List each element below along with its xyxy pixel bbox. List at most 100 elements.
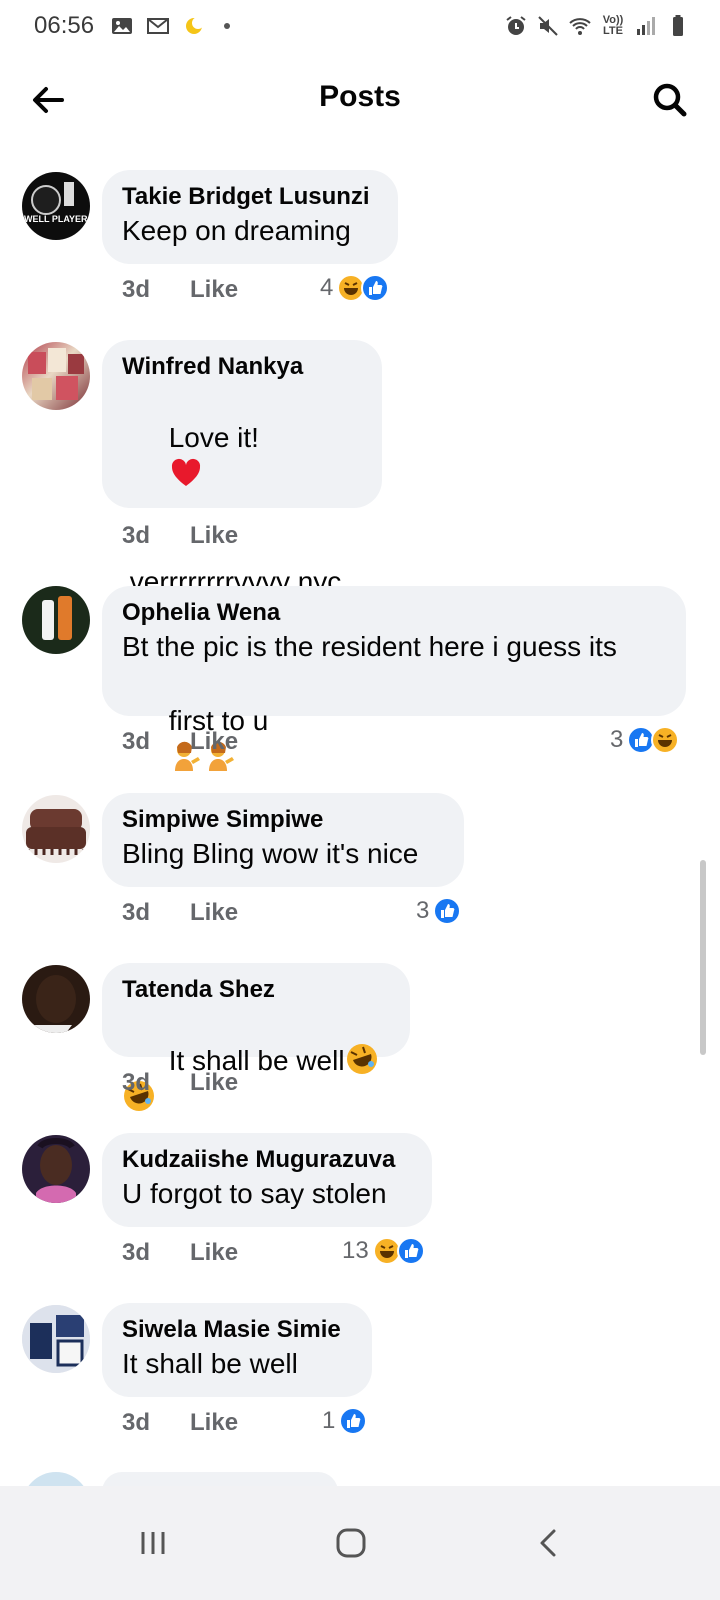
avatar[interactable] (22, 342, 90, 410)
reactions[interactable]: 4 (320, 272, 390, 304)
like-button[interactable]: Like (190, 276, 238, 304)
comment-text-line: Love it! (122, 382, 362, 530)
like-reaction-icon (396, 1237, 425, 1265)
comment-bubble[interactable]: Kudzaiishe Mugurazuva U forgot to say st… (102, 1133, 432, 1227)
comment-author[interactable]: Takie Bridget Lusunzi (122, 182, 378, 212)
comment-text: Bling Bling wow it's nice (122, 838, 419, 869)
comment-author[interactable]: Simpiwe Simpiwe (122, 805, 444, 835)
comment-text: It shall be well (122, 1348, 298, 1379)
comment-meta: 3d Like (122, 274, 238, 306)
rolling-laughing-emoji-icon (346, 1044, 377, 1074)
scrollbar[interactable] (700, 860, 706, 1055)
comment-text: Love it! (168, 422, 259, 453)
comment-text: Keep on dreaming (122, 215, 351, 246)
avatar[interactable] (22, 795, 90, 863)
haha-reaction-icon (651, 726, 680, 754)
volte-icon: Vo)) LTE (600, 15, 626, 37)
red-heart-emoji-icon (171, 458, 200, 486)
comment-author[interactable]: Kudzaiishe Mugurazuva (122, 1145, 412, 1175)
comment: Winfred Nankya Love it! verrrrrrrryyyy n… (0, 340, 720, 597)
reaction-count: 13 (342, 1237, 369, 1264)
avatar-sofa-icon (26, 809, 86, 855)
avatar-face-icon (36, 1138, 76, 1203)
comment-author[interactable]: Winfred Nankya (122, 352, 362, 382)
comment-time[interactable]: 3d (122, 728, 150, 756)
comment: Simpiwe Simpiwe Bling Bling wow it's nic… (0, 793, 720, 943)
comment-meta: 3d Like (122, 520, 238, 552)
reaction-count: 1 (322, 1407, 336, 1434)
comment-time[interactable]: 3d (122, 899, 150, 927)
gmail-icon (147, 18, 169, 34)
comment-bubble[interactable]: Winfred Nankya Love it! verrrrrrrryyyy n… (102, 340, 382, 597)
avatar-pattern-icon (22, 1305, 90, 1373)
comment: WELL PLAYER Takie Bridget Lusunzi Keep o… (0, 170, 720, 320)
like-button[interactable]: Like (190, 1069, 238, 1097)
comment-time[interactable]: 3d (122, 1409, 150, 1437)
reactions[interactable]: 3 (416, 895, 462, 927)
header: Posts (0, 60, 720, 140)
comment-meta: 3d Like (122, 1237, 238, 1269)
comment-text: U forgot to say stolen (122, 1178, 387, 1209)
avatar[interactable] (22, 965, 90, 1033)
back-icon (540, 1529, 556, 1557)
comment-bubble[interactable]: Takie Bridget Lusunzi Keep on dreaming (102, 170, 398, 264)
battery-icon (673, 15, 683, 36)
avatar[interactable] (22, 1472, 90, 1486)
status-bar: 06:56 Vo)) LTE (0, 0, 720, 56)
reactions[interactable]: 13 (342, 1235, 425, 1267)
search-button[interactable] (648, 78, 692, 122)
comment-bubble[interactable]: Siwela Masie Simie It shall be well (102, 1303, 372, 1397)
avatar-text: WELL PLAYER (24, 214, 88, 224)
like-reaction-icon (361, 274, 390, 302)
status-left-icons (110, 14, 230, 38)
comment-bubble[interactable]: Simpiwe Simpiwe Bling Bling wow it's nic… (102, 793, 464, 887)
like-reaction-icon (433, 897, 462, 925)
like-reaction-icon (339, 1407, 368, 1435)
reactions[interactable]: 1 (322, 1405, 368, 1437)
comment-time[interactable]: 3d (122, 522, 150, 550)
comment-bubble[interactable] (102, 1472, 338, 1486)
like-button[interactable]: Like (190, 728, 238, 756)
comment-author[interactable]: Tatenda Shez (122, 975, 390, 1005)
comment-time[interactable]: 3d (122, 276, 150, 304)
mute-icon (538, 16, 558, 36)
avatar-face-icon (32, 975, 76, 1033)
home-button[interactable] (316, 1508, 386, 1578)
like-button[interactable]: Like (190, 1239, 238, 1267)
dot-icon (224, 23, 230, 29)
system-nav-bar (0, 1486, 720, 1600)
status-time: 06:56 (34, 12, 95, 39)
home-icon (336, 1528, 366, 1558)
avatar[interactable] (22, 1135, 90, 1203)
comment: Ophelia Wena Bt the pic is the resident … (0, 586, 720, 776)
avatar-collage-icon (28, 348, 84, 400)
signal-icon (637, 17, 655, 35)
comment-bubble[interactable]: Tatenda Shez It shall be well (102, 963, 410, 1111)
reaction-count: 4 (320, 274, 334, 301)
comment-bubble[interactable]: Ophelia Wena Bt the pic is the resident … (102, 586, 686, 771)
comment-text: Bt the pic is the resident here i guess … (122, 631, 617, 662)
recent-apps-button[interactable] (118, 1508, 188, 1578)
volte-label-bottom: LTE (603, 25, 623, 37)
comment-author[interactable]: Ophelia Wena (122, 598, 666, 628)
alarm-icon (506, 16, 526, 35)
wifi-icon (569, 18, 591, 35)
page-title: Posts (319, 80, 401, 113)
like-button[interactable]: Like (190, 899, 238, 927)
comment-meta: 3d Like (122, 897, 238, 929)
comment-author[interactable]: Siwela Masie Simie (122, 1315, 352, 1345)
like-button[interactable]: Like (190, 1409, 238, 1437)
avatar[interactable] (22, 1305, 90, 1373)
avatar-bottles-icon (42, 596, 72, 640)
nav-back-button[interactable] (514, 1508, 584, 1578)
reactions[interactable]: 3 (610, 724, 680, 756)
avatar[interactable] (22, 586, 90, 654)
comment-meta: 3d Like (122, 726, 238, 758)
avatar[interactable]: WELL PLAYER (22, 172, 90, 240)
comment-meta: 3d Like (122, 1067, 238, 1099)
image-icon (112, 18, 132, 34)
like-button[interactable]: Like (190, 522, 238, 550)
comment-time[interactable]: 3d (122, 1239, 150, 1267)
comment-time[interactable]: 3d (122, 1069, 150, 1097)
search-icon (653, 83, 687, 117)
